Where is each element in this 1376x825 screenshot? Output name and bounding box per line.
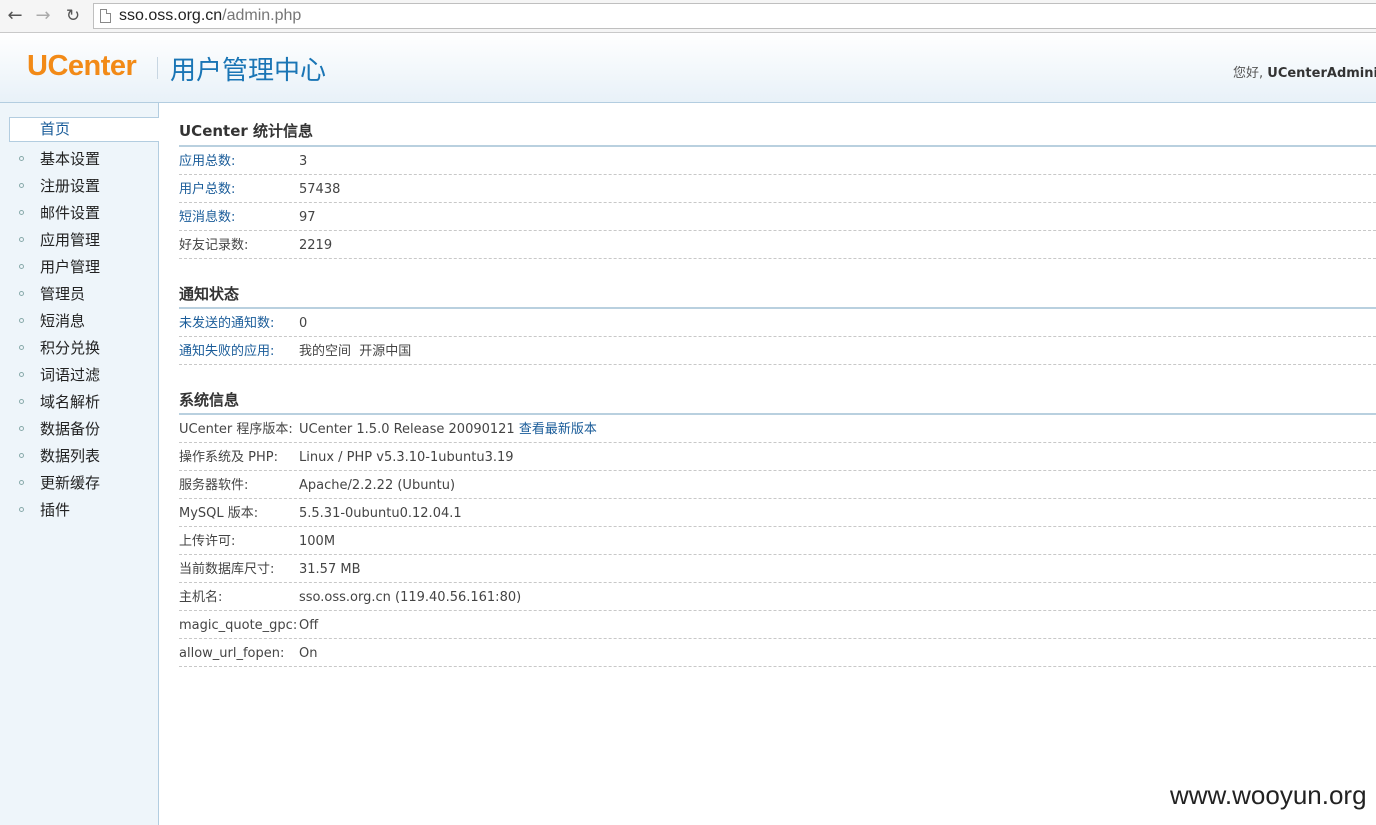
sidebar-item-admins[interactable]: 管理员	[0, 281, 159, 308]
hostname-label: 主机名:	[179, 590, 223, 605]
db-size-value: 31.57 MB	[299, 562, 361, 577]
browser-toolbar: ← → ↻ sso.oss.org.cn/admin.php	[0, 0, 1376, 33]
allow-url-fopen-value: On	[299, 646, 318, 661]
sidebar-item-word-filter[interactable]: 词语过滤	[0, 362, 159, 389]
sidebar-item-home[interactable]: 首页	[9, 117, 159, 142]
user-greeting: 您好, UCenterAdminist	[1233, 62, 1376, 81]
sidebar-item-messages[interactable]: 短消息	[0, 308, 159, 335]
table-row: 短消息数: 97	[179, 203, 1376, 231]
table-row: 通知失败的应用: 我的空间 开源中国	[179, 337, 1376, 365]
reload-icon[interactable]: ↻	[62, 5, 84, 27]
bullet-icon	[19, 480, 24, 485]
bullet-icon	[19, 156, 24, 161]
mysql-version-value: 5.5.31-0ubuntu0.12.04.1	[299, 506, 462, 521]
table-row: 用户总数: 57438	[179, 175, 1376, 203]
upload-limit-value: 100M	[299, 534, 336, 549]
message-count-link[interactable]: 短消息数:	[179, 203, 235, 233]
check-latest-version-link[interactable]: 查看最新版本	[519, 422, 597, 437]
bullet-icon	[19, 399, 24, 404]
friend-count-value: 2219	[299, 238, 333, 253]
db-size-label: 当前数据库尺寸:	[179, 562, 275, 577]
hostname-value: sso.oss.org.cn (119.40.56.161:80)	[299, 590, 522, 605]
magic-quote-value: Off	[299, 618, 319, 633]
bullet-icon	[19, 291, 24, 296]
sidebar: 首页 基本设置 注册设置 邮件设置 应用管理 用户管理 管理员 短消息 积分兑换…	[0, 103, 159, 825]
table-row: 应用总数: 3	[179, 147, 1376, 175]
sidebar-menu: 首页 基本设置 注册设置 邮件设置 应用管理 用户管理 管理员 短消息 积分兑换…	[0, 117, 159, 524]
page-header: UCenter 用户管理中心 您好, UCenterAdminist	[0, 33, 1376, 103]
unsent-notify-value: 0	[299, 316, 308, 331]
header-divider	[157, 57, 158, 79]
failed-notify-link[interactable]: 通知失败的应用:	[179, 337, 274, 367]
os-php-value: Linux / PHP v5.3.10-1ubuntu3.19	[299, 450, 514, 465]
table-row: 服务器软件: Apache/2.2.22 (Ubuntu)	[179, 471, 1376, 499]
bullet-icon	[19, 318, 24, 323]
user-count-link[interactable]: 用户总数:	[179, 175, 235, 205]
table-row: 上传许可: 100M	[179, 527, 1376, 555]
url-text: sso.oss.org.cn/admin.php	[119, 7, 302, 24]
user-count-value: 57438	[299, 182, 341, 197]
failed-notify-value: 我的空间 开源中国	[299, 344, 412, 359]
friend-count-label: 好友记录数:	[179, 238, 249, 253]
forward-arrow-icon[interactable]: →	[32, 5, 54, 27]
table-row: magic_quote_gpc: Off	[179, 611, 1376, 639]
main-content: UCenter 统计信息 应用总数: 3 用户总数: 57438 短消息数: 97 好…	[179, 103, 1376, 667]
sidebar-item-register-settings[interactable]: 注册设置	[0, 173, 159, 200]
notify-section-title: 通知状态	[179, 269, 1376, 309]
unsent-notify-link[interactable]: 未发送的通知数:	[179, 309, 274, 339]
sidebar-item-user-management[interactable]: 用户管理	[0, 254, 159, 281]
table-row: 好友记录数: 2219	[179, 231, 1376, 259]
bullet-icon	[19, 426, 24, 431]
sidebar-item-data-backup[interactable]: 数据备份	[0, 416, 159, 443]
table-row: 主机名: sso.oss.org.cn (119.40.56.161:80)	[179, 583, 1376, 611]
sidebar-item-update-cache[interactable]: 更新缓存	[0, 470, 159, 497]
allow-url-fopen-label: allow_url_fopen:	[179, 646, 285, 661]
sidebar-item-basic-settings[interactable]: 基本设置	[0, 146, 159, 173]
bullet-icon	[19, 345, 24, 350]
app-count-value: 3	[299, 154, 308, 169]
version-value: UCenter 1.5.0 Release 20090121 查看最新版本	[299, 422, 597, 437]
mysql-version-label: MySQL 版本:	[179, 506, 259, 521]
table-row: UCenter 程序版本: UCenter 1.5.0 Release 20090…	[179, 415, 1376, 443]
bullet-icon	[19, 237, 24, 242]
page-icon	[100, 9, 111, 23]
stats-section-title: UCenter 统计信息	[179, 103, 1376, 147]
server-software-value: Apache/2.2.22 (Ubuntu)	[299, 478, 456, 493]
bullet-icon	[19, 183, 24, 188]
server-software-label: 服务器软件:	[179, 478, 249, 493]
back-arrow-icon[interactable]: ←	[4, 5, 26, 27]
table-row: 当前数据库尺寸: 31.57 MB	[179, 555, 1376, 583]
magic-quote-label: magic_quote_gpc:	[179, 618, 298, 633]
table-row: MySQL 版本: 5.5.31-0ubuntu0.12.04.1	[179, 499, 1376, 527]
sidebar-item-data-list[interactable]: 数据列表	[0, 443, 159, 470]
sysinfo-section-title: 系统信息	[179, 375, 1376, 415]
sidebar-item-credit-exchange[interactable]: 积分兑换	[0, 335, 159, 362]
sidebar-item-plugins[interactable]: 插件	[0, 497, 159, 524]
sidebar-item-domain-resolve[interactable]: 域名解析	[0, 389, 159, 416]
app-count-link[interactable]: 应用总数:	[179, 147, 235, 177]
site-title: 用户管理中心	[170, 56, 327, 86]
bullet-icon	[19, 453, 24, 458]
message-count-value: 97	[299, 210, 316, 225]
table-row: 操作系统及 PHP: Linux / PHP v5.3.10-1ubuntu3.1…	[179, 443, 1376, 471]
username[interactable]: UCenterAdminist	[1267, 66, 1376, 81]
watermark: www.wooyun.org	[1170, 780, 1367, 810]
os-php-label: 操作系统及 PHP:	[179, 450, 278, 465]
upload-limit-label: 上传许可:	[179, 534, 236, 549]
table-row: 未发送的通知数: 0	[179, 309, 1376, 337]
bullet-icon	[19, 210, 24, 215]
address-bar[interactable]: sso.oss.org.cn/admin.php	[93, 3, 1376, 29]
bullet-icon	[19, 507, 24, 512]
version-label: UCenter 程序版本:	[179, 422, 293, 437]
bullet-icon	[19, 264, 24, 269]
sidebar-item-mail-settings[interactable]: 邮件设置	[0, 200, 159, 227]
bullet-icon	[19, 372, 24, 377]
ucenter-logo[interactable]: UCenter	[27, 50, 137, 83]
table-row: allow_url_fopen: On	[179, 639, 1376, 667]
sidebar-item-app-management[interactable]: 应用管理	[0, 227, 159, 254]
